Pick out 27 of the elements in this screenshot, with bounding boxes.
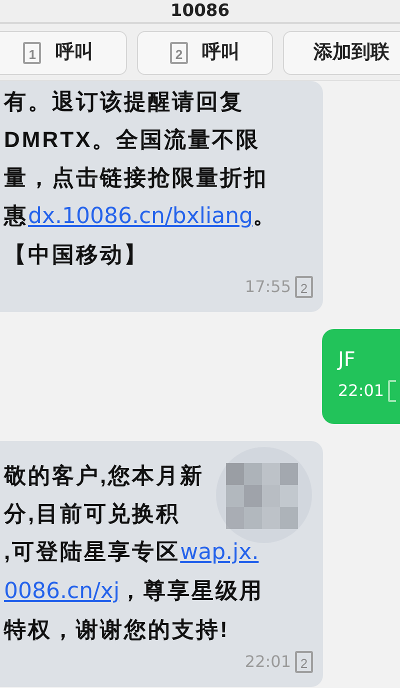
sim-card-icon xyxy=(388,380,396,402)
message-text: ,可登陆星享专区 xyxy=(4,539,180,564)
message-time: 22:01 xyxy=(338,380,384,402)
sim-card-icon: 2 xyxy=(295,651,313,673)
sim-card-icon: 2 xyxy=(170,42,188,64)
message-text: 有。退订该提醒请回复 xyxy=(4,89,244,114)
link[interactable]: dx.10086.cn/bxliang xyxy=(28,204,254,229)
message-text: ，尊享星级用 xyxy=(120,578,264,603)
message-text: 惠 xyxy=(4,203,28,228)
message-time: 17:55 xyxy=(244,276,291,298)
conversation-title: 10086 xyxy=(170,0,230,22)
message-text: JF xyxy=(338,347,356,371)
link[interactable]: 0086.cn/xj xyxy=(4,579,120,604)
message-text: 【中国移动】 xyxy=(4,242,148,267)
message-text: 敬的客户,您本月新 xyxy=(4,463,204,488)
link[interactable]: wap.jx. xyxy=(180,540,259,565)
message-text: 量，点击链接抢限量折扣 xyxy=(4,165,268,190)
sim-card-icon: 2 xyxy=(295,276,313,298)
message-text: 特权，谢谢您的支持! xyxy=(4,617,230,642)
add-contact-button[interactable]: 添加到联 xyxy=(283,31,400,75)
message-text: 。 xyxy=(253,203,278,228)
sim-card-icon: 1 xyxy=(23,42,42,64)
call-button[interactable]: 1 呼叫 xyxy=(0,31,127,75)
message-text: 分,目前可兑换积 xyxy=(4,501,180,526)
message-text: DMRTX。全国流量不限 xyxy=(4,127,260,152)
message-time: 22:01 xyxy=(244,651,291,673)
call-button[interactable]: 2 呼叫 xyxy=(136,31,274,75)
